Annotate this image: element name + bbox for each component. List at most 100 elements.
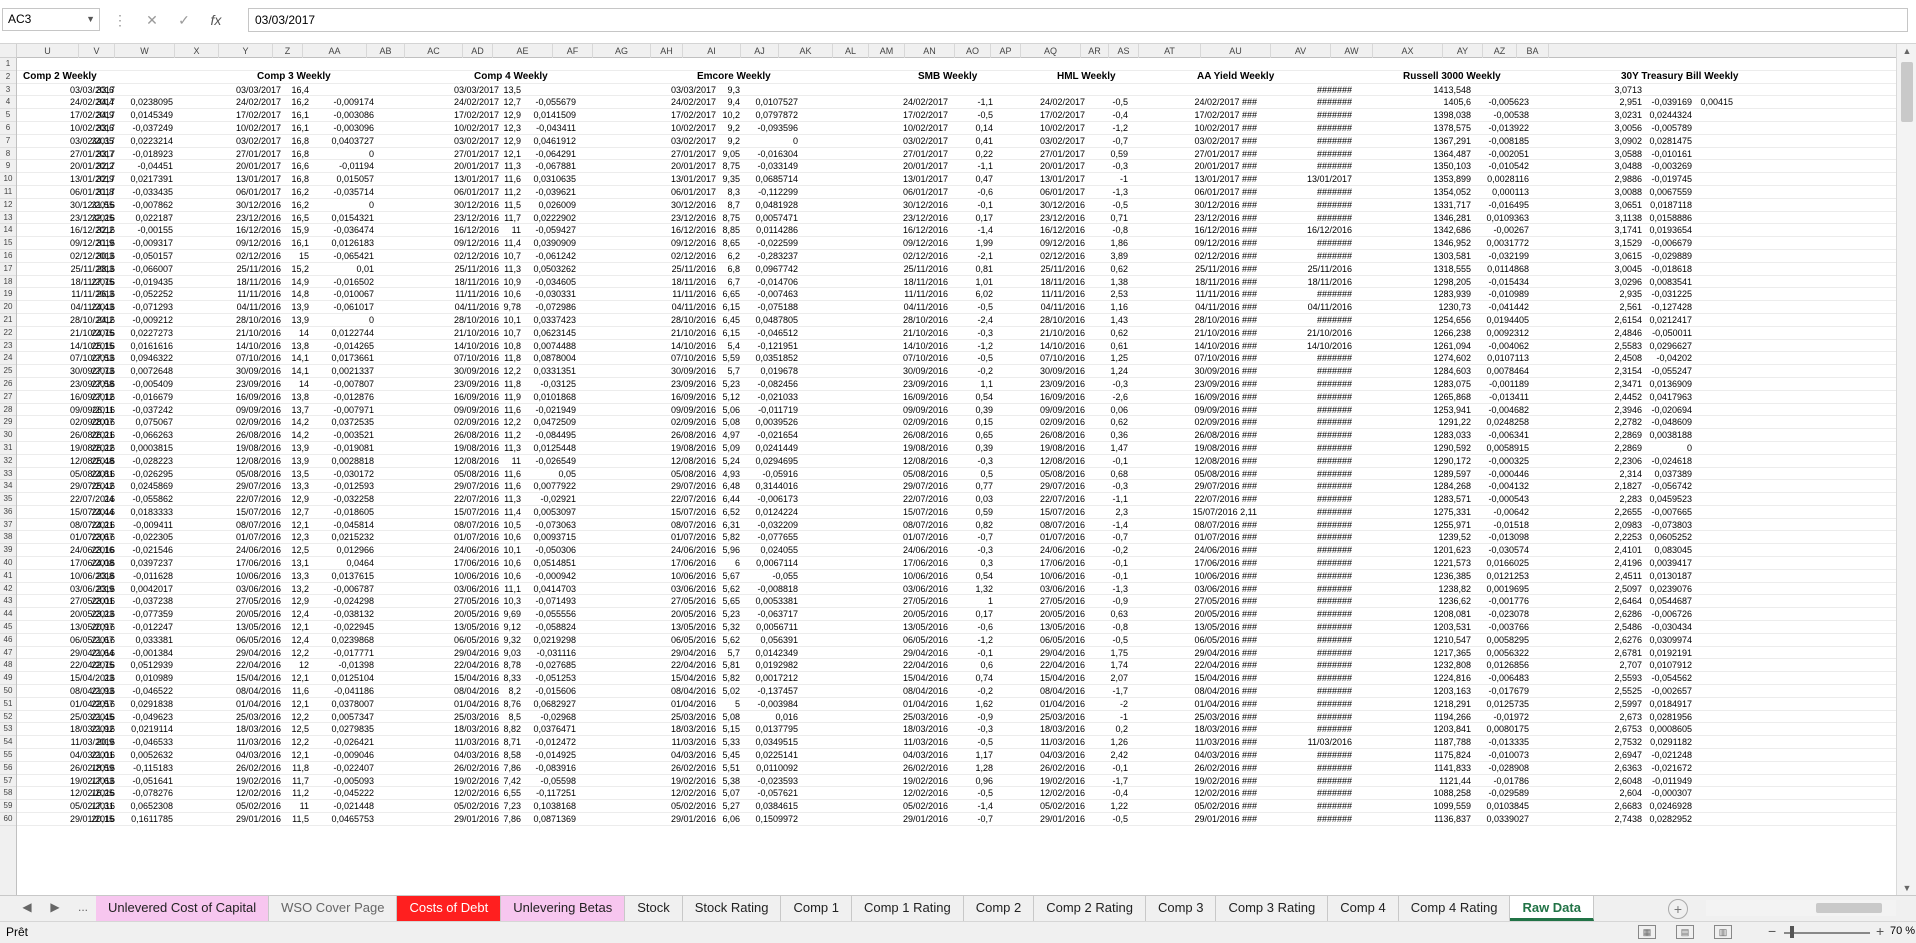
table-cell[interactable]: 06/01/2017 ###: [1147, 186, 1257, 199]
table-cell[interactable]: 17/06/2016 ###: [1147, 557, 1257, 570]
sheet-tab[interactable]: WSO Cover Page: [269, 896, 398, 921]
table-cell[interactable]: 13/01/2017: [868, 173, 948, 186]
table-cell[interactable]: -0,021672: [1632, 762, 1692, 775]
table-cell[interactable]: 0,0107912: [1632, 659, 1692, 672]
table-cell[interactable]: 20/01/2017: [201, 160, 281, 173]
sheet-tab[interactable]: Raw Data: [1510, 896, 1594, 921]
table-cell[interactable]: #######: [1282, 84, 1352, 97]
table-cell[interactable]: #######: [1282, 160, 1352, 173]
table-cell[interactable]: 18/11/2016: [419, 276, 499, 289]
more-options-icon[interactable]: ⋮: [113, 12, 127, 29]
table-cell[interactable]: 1218,291: [1401, 698, 1471, 711]
table-cell[interactable]: -0,026549: [518, 455, 576, 468]
table-cell[interactable]: 04/03/2016: [419, 749, 499, 762]
table-cell[interactable]: 23/12/2016: [201, 212, 281, 225]
table-cell[interactable]: -0,000446: [1469, 468, 1529, 481]
table-cell[interactable]: -0,055247: [1632, 365, 1692, 378]
table-cell[interactable]: 03/02/2017 ###: [1147, 135, 1257, 148]
table-cell[interactable]: 10/06/2016: [636, 570, 716, 583]
table-cell[interactable]: #######: [1282, 96, 1352, 109]
table-cell[interactable]: 20,97: [86, 621, 114, 634]
table-cell[interactable]: 08/04/2016: [1005, 685, 1085, 698]
table-cell[interactable]: 19/08/2016: [636, 442, 716, 455]
table-cell[interactable]: -0,010073: [1469, 749, 1529, 762]
table-cell[interactable]: 08/04/2016: [201, 685, 281, 698]
row-header[interactable]: 33: [0, 468, 16, 481]
table-cell[interactable]: 0,0083541: [1632, 276, 1692, 289]
table-cell[interactable]: -0,005409: [117, 378, 173, 391]
table-cell[interactable]: 08/07/2016: [636, 519, 716, 532]
table-cell[interactable]: -2,1: [961, 250, 993, 263]
sheet-tab[interactable]: Comp 4: [1328, 896, 1399, 921]
table-cell[interactable]: 12,1: [283, 621, 309, 634]
table-cell[interactable]: 1261,094: [1401, 340, 1471, 353]
row-header[interactable]: 24: [0, 352, 16, 366]
sheet-tab[interactable]: Costs of Debt: [397, 896, 502, 921]
table-cell[interactable]: 28/10/2016 ###: [1147, 314, 1257, 327]
table-cell[interactable]: -0,023593: [742, 775, 798, 788]
table-cell[interactable]: 13,2: [283, 583, 309, 596]
table-cell[interactable]: 05/02/2016: [1005, 800, 1085, 813]
table-cell[interactable]: 12/02/2016: [201, 787, 281, 800]
table-cell[interactable]: 22,75: [86, 659, 114, 672]
table-cell[interactable]: 20/01/2017: [636, 160, 716, 173]
table-cell[interactable]: -0,059427: [518, 224, 576, 237]
table-cell[interactable]: 1,38: [1096, 276, 1128, 289]
table-cell[interactable]: 0,000113: [1469, 186, 1529, 199]
table-cell[interactable]: 0,0417963: [1632, 391, 1692, 404]
table-cell[interactable]: 14/10/2016: [419, 340, 499, 353]
table-cell[interactable]: -0,003984: [742, 698, 798, 711]
table-cell[interactable]: 0,39: [961, 404, 993, 417]
table-cell[interactable]: 1284,603: [1401, 365, 1471, 378]
table-cell[interactable]: 1141,833: [1401, 762, 1471, 775]
table-cell[interactable]: 16,8: [283, 148, 309, 161]
table-cell[interactable]: 07/10/2016 ###: [1147, 352, 1257, 365]
table-cell[interactable]: 6,02: [961, 288, 993, 301]
table-cell[interactable]: 1194,266: [1401, 711, 1471, 724]
table-cell[interactable]: 16,2: [283, 186, 309, 199]
table-cell[interactable]: 04/11/2016: [868, 301, 948, 314]
table-cell[interactable]: -0,013411: [1469, 391, 1529, 404]
table-cell[interactable]: 19/02/2016: [868, 775, 948, 788]
table-cell[interactable]: 0,63: [1096, 608, 1128, 621]
table-cell[interactable]: 11/03/2016: [201, 736, 281, 749]
table-cell[interactable]: -0,7: [961, 531, 993, 544]
table-cell[interactable]: -0,00642: [1469, 506, 1529, 519]
table-cell[interactable]: 0,0239076: [1632, 583, 1692, 596]
table-cell[interactable]: 29/04/2016: [868, 647, 948, 660]
column-header[interactable]: X: [175, 44, 219, 58]
cancel-icon[interactable]: ✕: [140, 9, 164, 31]
table-cell[interactable]: -0,019435: [117, 276, 173, 289]
table-cell[interactable]: 0,0003815: [117, 442, 173, 455]
table-cell[interactable]: 02/12/2016 ###: [1147, 250, 1257, 263]
table-cell[interactable]: 01/07/2016 ###: [1147, 531, 1257, 544]
table-cell[interactable]: 0,0092312: [1469, 327, 1529, 340]
table-cell[interactable]: 6,7: [716, 276, 740, 289]
table-cell[interactable]: 0,1611785: [117, 813, 173, 826]
table-cell[interactable]: -0,3: [1096, 480, 1128, 493]
table-cell[interactable]: 30/12/2016: [201, 199, 281, 212]
table-cell[interactable]: 15/07/2016: [1005, 506, 1085, 519]
table-cell[interactable]: -0,4: [1096, 109, 1128, 122]
table-cell[interactable]: 25/03/2016 ###: [1147, 711, 1257, 724]
table-cell[interactable]: 01/04/2016: [1005, 698, 1085, 711]
table-cell[interactable]: 0,0052632: [117, 749, 173, 762]
zoom-level[interactable]: 70 %: [1890, 925, 1915, 937]
table-cell[interactable]: 0,0067114: [742, 557, 798, 570]
table-cell[interactable]: 03/06/2016: [1005, 583, 1085, 596]
table-cell[interactable]: #######: [1282, 365, 1352, 378]
table-cell[interactable]: 11/11/2016: [1005, 288, 1085, 301]
table-cell[interactable]: 11/03/2016 ###: [1147, 736, 1257, 749]
table-cell[interactable]: 9,2: [716, 122, 740, 135]
table-cell[interactable]: -0,021654: [742, 429, 798, 442]
table-cell[interactable]: 03/02/2017: [636, 135, 716, 148]
table-cell[interactable]: 23,67: [86, 531, 114, 544]
column-header[interactable]: Z: [273, 44, 303, 58]
table-cell[interactable]: 0,0239868: [314, 634, 374, 647]
table-cell[interactable]: 23/09/2016: [636, 378, 716, 391]
table-cell[interactable]: 30/09/2016: [201, 365, 281, 378]
table-cell[interactable]: 0,016: [742, 711, 798, 724]
table-cell[interactable]: -0,01518: [1469, 519, 1529, 532]
table-cell[interactable]: 0,0077922: [518, 480, 576, 493]
column-header[interactable]: AS: [1109, 44, 1139, 58]
